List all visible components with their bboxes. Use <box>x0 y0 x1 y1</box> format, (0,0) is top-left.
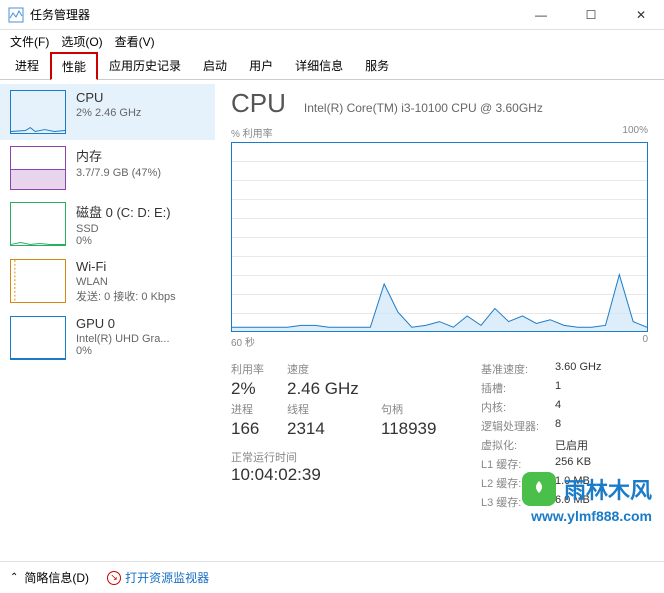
sidebar-item-memory[interactable]: 内存 3.7/7.9 GB (47%) <box>0 140 215 196</box>
sockets-value: 1 <box>555 380 601 396</box>
cores-label: 内核: <box>481 399 555 415</box>
threads-label: 线程 <box>287 401 381 417</box>
chart-x-right: 0 <box>642 334 648 349</box>
sidebar-gpu-sub1: Intel(R) UHD Gra... <box>76 333 170 345</box>
tab-processes[interactable]: 进程 <box>4 52 50 79</box>
virt-label: 虚拟化: <box>481 437 555 453</box>
base-speed-value: 3.60 GHz <box>555 361 601 377</box>
cpu-utilization-chart <box>231 142 648 332</box>
proc-value: 166 <box>231 419 287 439</box>
memory-thumbnail <box>10 146 66 190</box>
close-button[interactable]: ✕ <box>626 8 656 22</box>
tabbar: 进程 性能 应用历史记录 启动 用户 详细信息 服务 <box>0 52 664 80</box>
logical-value: 8 <box>555 418 601 434</box>
main-panel: CPU Intel(R) Core(TM) i3-10100 CPU @ 3.6… <box>215 80 664 560</box>
util-value: 2% <box>231 379 287 399</box>
sidebar-cpu-sub: 2% 2.46 GHz <box>76 107 141 119</box>
sidebar-wifi-title: Wi-Fi <box>76 259 176 274</box>
task-manager-icon <box>8 7 24 23</box>
tab-app-history[interactable]: 应用历史记录 <box>98 52 192 79</box>
menubar: 文件(F) 选项(O) 查看(V) <box>0 30 664 52</box>
menu-file[interactable]: 文件(F) <box>4 31 55 52</box>
gpu-thumbnail <box>10 316 66 360</box>
tab-services[interactable]: 服务 <box>354 52 400 79</box>
cpu-heading: CPU <box>231 88 286 119</box>
speed-label: 速度 <box>287 361 381 377</box>
titlebar: 任务管理器 — ☐ ✕ <box>0 0 664 30</box>
uptime-label: 正常运行时间 <box>231 449 451 465</box>
base-speed-label: 基准速度: <box>481 361 555 377</box>
sidebar-wifi-sub2: 发送: 0 接收: 0 Kbps <box>76 288 176 304</box>
resmon-icon: ↘ <box>107 571 121 585</box>
watermark-url: www.ylmf888.com <box>522 508 652 524</box>
sidebar-disk-sub1: SSD <box>76 223 171 235</box>
handles-label: 句柄 <box>381 401 451 417</box>
tab-users[interactable]: 用户 <box>238 52 284 79</box>
open-resource-monitor[interactable]: ↘ 打开资源监视器 <box>107 569 209 586</box>
sidebar-cpu-title: CPU <box>76 90 141 105</box>
minimize-button[interactable]: — <box>526 8 556 22</box>
sockets-label: 插槽: <box>481 380 555 396</box>
sidebar-disk-sub2: 0% <box>76 235 171 247</box>
sidebar-item-disk[interactable]: 磁盘 0 (C: D: E:) SSD 0% <box>0 196 215 253</box>
watermark-logo-icon <box>522 472 556 506</box>
sidebar-memory-title: 内存 <box>76 146 161 165</box>
speed-value: 2.46 GHz <box>287 379 381 399</box>
tab-startup[interactable]: 启动 <box>192 52 238 79</box>
bottombar: ⌃ 简略信息(D) ↘ 打开资源监视器 <box>0 561 664 593</box>
tab-performance[interactable]: 性能 <box>50 52 98 80</box>
watermark: 雨林木风 www.ylmf888.com <box>522 472 652 524</box>
cores-value: 4 <box>555 399 601 415</box>
watermark-text: 雨林木风 <box>564 473 652 505</box>
virt-value: 已启用 <box>555 437 601 453</box>
util-label: 利用率 <box>231 361 287 377</box>
content: CPU 2% 2.46 GHz 内存 3.7/7.9 GB (47%) 磁盘 0… <box>0 80 664 560</box>
chart-x-left: 60 秒 <box>231 334 255 349</box>
chart-y-max: 100% <box>622 125 648 140</box>
cpu-thumbnail <box>10 90 66 134</box>
cpu-model-name: Intel(R) Core(TM) i3-10100 CPU @ 3.60GHz <box>304 101 543 115</box>
sidebar-gpu-sub2: 0% <box>76 345 170 357</box>
wifi-thumbnail <box>10 259 66 303</box>
window-title: 任务管理器 <box>30 6 526 23</box>
collapse-icon[interactable]: ⌃ <box>10 572 18 583</box>
disk-thumbnail <box>10 202 66 246</box>
menu-options[interactable]: 选项(O) <box>55 31 108 52</box>
logical-label: 逻辑处理器: <box>481 418 555 434</box>
menu-view[interactable]: 查看(V) <box>109 31 161 52</box>
l1-value: 256 KB <box>555 456 601 472</box>
sidebar: CPU 2% 2.46 GHz 内存 3.7/7.9 GB (47%) 磁盘 0… <box>0 80 215 560</box>
handles-value: 118939 <box>381 419 451 439</box>
chart-y-label: % 利用率 <box>231 125 273 140</box>
uptime-value: 10:04:02:39 <box>231 465 451 485</box>
resmon-label: 打开资源监视器 <box>125 569 209 586</box>
sidebar-item-cpu[interactable]: CPU 2% 2.46 GHz <box>0 84 215 140</box>
sidebar-gpu-title: GPU 0 <box>76 316 170 331</box>
maximize-button[interactable]: ☐ <box>576 8 606 22</box>
sidebar-disk-title: 磁盘 0 (C: D: E:) <box>76 202 171 221</box>
brief-info-link[interactable]: 简略信息(D) <box>24 569 89 586</box>
sidebar-wifi-sub1: WLAN <box>76 276 176 288</box>
sidebar-item-wifi[interactable]: Wi-Fi WLAN 发送: 0 接收: 0 Kbps <box>0 253 215 310</box>
l1-label: L1 缓存: <box>481 456 555 472</box>
sidebar-item-gpu[interactable]: GPU 0 Intel(R) UHD Gra... 0% <box>0 310 215 366</box>
threads-value: 2314 <box>287 419 381 439</box>
sidebar-memory-sub: 3.7/7.9 GB (47%) <box>76 167 161 179</box>
tab-details[interactable]: 详细信息 <box>284 52 354 79</box>
proc-label: 进程 <box>231 401 287 417</box>
